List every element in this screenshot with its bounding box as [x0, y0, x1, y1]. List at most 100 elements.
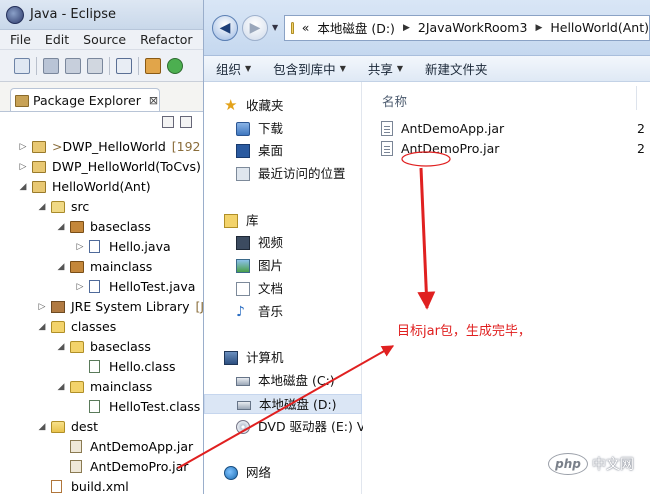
tree-node[interactable]: ◢ mainclass: [0, 377, 204, 397]
collapse-icon[interactable]: ◢: [56, 377, 66, 397]
tree-node[interactable]: AntDemoApp.jar: [0, 437, 204, 457]
collapse-icon[interactable]: ◢: [37, 317, 47, 337]
menu-refactor[interactable]: Refactor: [140, 32, 192, 47]
column-separator[interactable]: [636, 86, 637, 110]
tree-node[interactable]: ▷ JRE System Library [J: [0, 297, 204, 317]
tree-node[interactable]: AntDemoPro.jar: [0, 457, 204, 477]
collapse-all-icon[interactable]: [162, 116, 174, 128]
new-package-icon[interactable]: [145, 57, 161, 74]
breadcrumb-separator-icon[interactable]: ▶: [403, 23, 410, 33]
command-button[interactable]: 共享 ▼: [368, 59, 403, 78]
collapse-icon[interactable]: ◢: [56, 217, 66, 237]
command-button[interactable]: 新建文件夹: [425, 59, 488, 78]
nav-item[interactable]: 网络: [204, 463, 362, 483]
tree-node[interactable]: Hello.class: [0, 357, 204, 377]
collapse-icon[interactable]: ◢: [18, 177, 28, 197]
explorer-window: ◀ ▶ ▼ « 本地磁盘 (D:) ▶ 2JavaWorkRoom3 ▶ Hel…: [203, 0, 650, 494]
toolbar-separator: [109, 56, 110, 75]
nav-item[interactable]: 本地磁盘 (C:): [204, 371, 362, 391]
breadcrumb-project[interactable]: HelloWorld(Ant): [550, 20, 649, 35]
nav-item[interactable]: 视频: [204, 233, 362, 253]
tree-node[interactable]: build.xml: [0, 477, 204, 494]
collapse-icon[interactable]: ◢: [37, 197, 47, 217]
menu-edit[interactable]: Edit: [45, 32, 69, 47]
java-icon: [89, 240, 100, 253]
collapse-icon[interactable]: ◢: [56, 257, 66, 277]
address-bar[interactable]: « 本地磁盘 (D:) ▶ 2JavaWorkRoom3 ▶ HelloWorl…: [284, 14, 650, 41]
nav-item[interactable]: 桌面: [204, 141, 362, 161]
save-all-icon[interactable]: [65, 57, 81, 74]
recent-pages-icon[interactable]: ▼: [272, 23, 278, 32]
tree-node[interactable]: ◢ HelloWorld(Ant): [0, 177, 204, 197]
nav-item-label: 本地磁盘 (D:): [259, 397, 337, 412]
expand-icon[interactable]: ▷: [37, 297, 47, 317]
nav-item-label: 图片: [258, 258, 284, 273]
file-row[interactable]: AntDemoApp.jar 2: [379, 119, 650, 139]
tree-node-text: baseclass: [90, 219, 151, 234]
tree-node-label: Hello.java: [109, 237, 171, 257]
breadcrumb-separator-icon[interactable]: ▶: [535, 23, 542, 33]
tree-node[interactable]: ▷ HelloTest.java: [0, 277, 204, 297]
watermark: php 中文网: [548, 452, 634, 476]
nav-item-label: 音乐: [258, 304, 284, 319]
collapse-icon[interactable]: ◢: [37, 417, 47, 437]
nav-item[interactable]: ♪ 音乐: [204, 302, 362, 322]
nav-item[interactable]: 本地磁盘 (D:): [204, 394, 362, 414]
project-icon: [32, 161, 46, 173]
tree-node[interactable]: ◢ baseclass: [0, 337, 204, 357]
nav-item-label: 下载: [258, 121, 284, 136]
link-with-editor-icon[interactable]: [180, 116, 192, 128]
menu-file[interactable]: File: [10, 32, 31, 47]
file-row[interactable]: AntDemoPro.jar 2: [379, 139, 650, 159]
expand-icon[interactable]: ▷: [75, 277, 85, 297]
jar-file-icon: [381, 141, 393, 156]
print-icon[interactable]: [87, 57, 103, 74]
tree-node[interactable]: ◢ src: [0, 197, 204, 217]
expand-icon[interactable]: ▷: [18, 157, 28, 177]
tree-node[interactable]: ◢ classes: [0, 317, 204, 337]
package-explorer-tab[interactable]: Package Explorer ⊠: [10, 88, 160, 112]
tree-node-label: HelloTest.class: [109, 397, 200, 417]
new-class-icon[interactable]: [167, 57, 183, 74]
command-label: 包含到库中: [273, 62, 336, 77]
menu-bar: File Edit Source Refactor: [0, 30, 204, 50]
forward-icon[interactable]: ▶: [242, 14, 268, 41]
tree-node[interactable]: ▷ >DWP_HelloWorld [192: [0, 137, 204, 157]
skip-breakpoints-icon[interactable]: [116, 57, 132, 74]
tree-node-label: mainclass: [90, 377, 152, 397]
tree-node[interactable]: ▷ DWP_HelloWorld(ToCvs): [0, 157, 204, 177]
tree-node-label: AntDemoApp.jar: [90, 437, 193, 457]
nav-item[interactable]: 最近访问的位置: [204, 164, 362, 184]
expand-icon[interactable]: ▷: [18, 137, 28, 157]
command-button[interactable]: 组织 ▼: [216, 59, 251, 78]
breadcrumb-drive[interactable]: 本地磁盘 (D:): [317, 18, 395, 37]
window-title: Java - Eclipse: [30, 7, 117, 22]
nav-item[interactable]: 文档: [204, 279, 362, 299]
tree-node[interactable]: ◢ dest: [0, 417, 204, 437]
back-icon[interactable]: ◀: [212, 14, 238, 41]
nav-item[interactable]: 下载: [204, 119, 362, 139]
collapse-icon[interactable]: ◢: [56, 337, 66, 357]
new-icon[interactable]: [14, 57, 30, 74]
tree-node[interactable]: ▷ Hello.java: [0, 237, 204, 257]
command-button[interactable]: 包含到库中 ▼: [273, 59, 346, 78]
nav-item[interactable]: 计算机: [204, 348, 362, 368]
network-icon: [224, 466, 238, 480]
breadcrumb-workroom[interactable]: 2JavaWorkRoom3: [418, 20, 528, 35]
nav-item[interactable]: DVD 驱动器 (E:) VM: [204, 417, 376, 437]
tree-node[interactable]: HelloTest.class: [0, 397, 204, 417]
nav-item[interactable]: 图片: [204, 256, 362, 276]
nav-item[interactable]: ★ 收藏夹: [204, 96, 362, 116]
menu-source[interactable]: Source: [83, 32, 126, 47]
tree-node[interactable]: ◢ baseclass: [0, 217, 204, 237]
tree-node-text: baseclass: [90, 339, 151, 354]
nav-item[interactable]: 库: [204, 211, 362, 231]
save-icon[interactable]: [43, 57, 59, 74]
expand-icon[interactable]: ▷: [75, 237, 85, 257]
breadcrumb-overflow[interactable]: «: [302, 20, 310, 35]
tree-node-text: HelloWorld(Ant): [52, 179, 151, 194]
tree-node[interactable]: ◢ mainclass: [0, 257, 204, 277]
computer-icon: [224, 351, 238, 365]
column-header-name[interactable]: 名称: [382, 91, 407, 110]
close-tab-icon[interactable]: ⊠: [149, 94, 158, 107]
